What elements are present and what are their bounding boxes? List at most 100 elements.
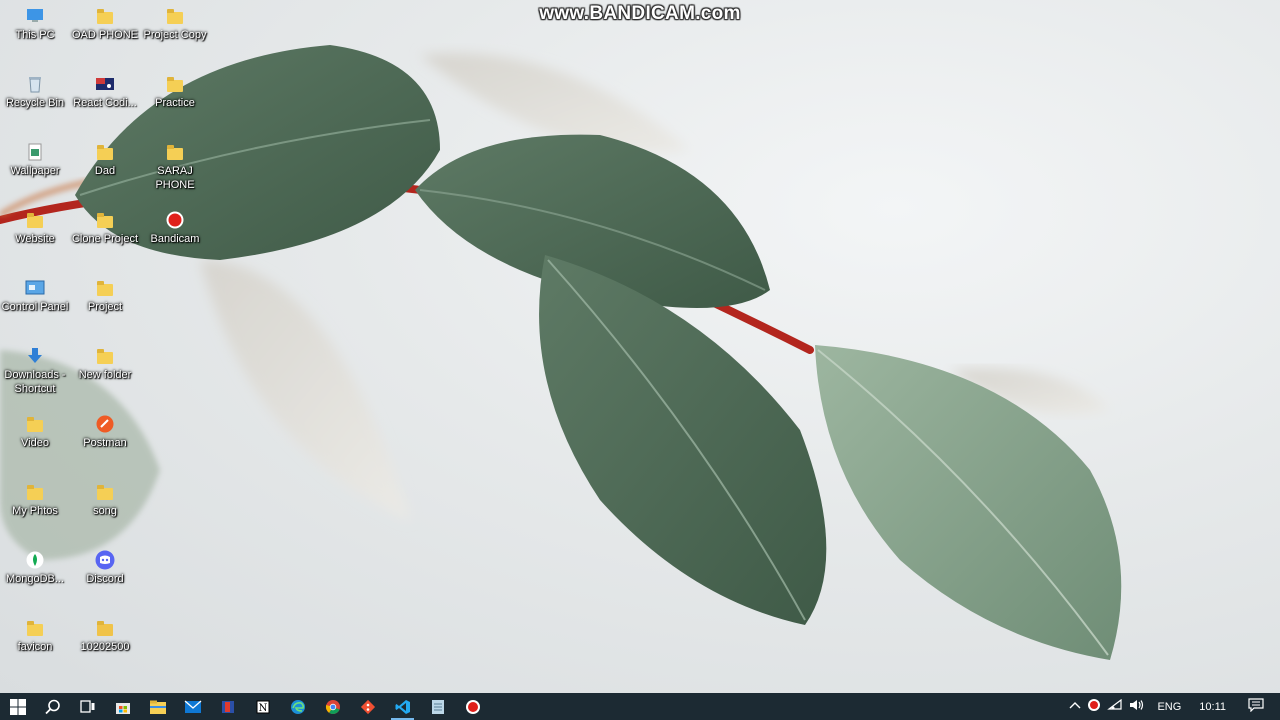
desktop-icon-project-copy[interactable]: Project Copy — [140, 6, 210, 42]
discord-icon — [95, 550, 115, 570]
mongodb-icon — [25, 550, 45, 570]
desktop-icon-song[interactable]: song — [70, 482, 140, 518]
folder-icon — [165, 142, 185, 162]
desktop-icon-label: Postman — [83, 437, 127, 449]
start-button[interactable] — [0, 693, 35, 720]
file-explorer-button[interactable] — [140, 693, 175, 720]
desktop-icon-recycle-bin[interactable]: Recycle Bin — [0, 74, 70, 110]
desktop-icon-label: Control Panel — [1, 301, 69, 313]
store-button[interactable] — [105, 693, 140, 720]
notepad-icon — [431, 699, 444, 714]
desktop-icon-label: OAD PHONE — [71, 29, 138, 41]
speaker-icon — [1130, 700, 1144, 710]
desktop-icon-video[interactable]: Video — [0, 414, 70, 450]
svg-text:N: N — [258, 703, 267, 714]
desktop-icon-favicon[interactable]: favicon — [0, 618, 70, 654]
notification-icon — [1248, 698, 1264, 713]
folder-icon — [165, 6, 185, 26]
download-shortcut-icon — [25, 346, 45, 366]
desktop-icon-label: Bandicam — [150, 233, 200, 245]
desktop-icon-label: Project — [87, 301, 123, 313]
red-app-button[interactable] — [210, 693, 245, 720]
desktop-icon-project[interactable]: Project — [70, 278, 140, 314]
desktop-icon-label: Downloads - Shortcut — [4, 369, 66, 395]
bandicam-icon — [165, 210, 185, 230]
desktop-icon-control-panel[interactable]: Control Panel — [0, 278, 70, 314]
vscode-button[interactable] — [385, 693, 420, 720]
desktop-icon-label: My Phtos — [12, 505, 58, 517]
git-icon — [360, 699, 375, 714]
notepad-button[interactable] — [420, 693, 455, 720]
desktop-icon-downloads-shortcut[interactable]: Downloads - Shortcut — [0, 346, 70, 396]
desktop-icon-bandicam[interactable]: Bandicam — [140, 210, 210, 246]
notion-icon: N — [256, 700, 269, 714]
edge-button[interactable] — [280, 693, 315, 720]
desktop-icon-10202500[interactable]: 10202500 — [70, 618, 140, 654]
volume-button[interactable] — [1129, 699, 1145, 714]
folder-icon — [95, 346, 115, 366]
desktop-icon-label: Video — [21, 437, 49, 449]
task-view-icon — [79, 699, 94, 713]
mail-icon — [184, 700, 201, 713]
desktop-icon-saraj-phone[interactable]: SARAJ PHONE — [140, 142, 210, 192]
folder-icon — [95, 210, 115, 230]
language-indicator[interactable]: ENG — [1157, 701, 1181, 713]
network-button[interactable] — [1107, 698, 1123, 714]
folder-icon — [95, 142, 115, 162]
desktop-icon-wallpaper[interactable]: Wallpaper — [0, 142, 70, 178]
notifications-button[interactable] — [1248, 698, 1264, 715]
desktop-icon-label: Recycle Bin — [5, 97, 65, 109]
system-tray: ENG 10:11 — [1063, 693, 1280, 720]
folder-icon — [95, 482, 115, 502]
folder-icon — [95, 278, 115, 298]
desktop-icon-my-phtos[interactable]: My Phtos — [0, 482, 70, 518]
desktop-icon-label: Dad — [94, 165, 116, 177]
bandicam-button[interactable] — [455, 693, 490, 720]
image-file-icon — [25, 142, 45, 162]
tray-bandicam-button[interactable] — [1087, 698, 1101, 715]
windows-start-icon — [9, 698, 26, 715]
desktop-icon-clone-project[interactable]: Clone Project — [70, 210, 140, 246]
desktop-icon-label: Clone Project — [71, 233, 139, 245]
folder-icon — [165, 74, 185, 94]
desktop-icon-new-folder[interactable]: New folder — [70, 346, 140, 382]
taskbar: N ENG 10:11 — [0, 693, 1280, 720]
desktop-icon-dad[interactable]: Dad — [70, 142, 140, 178]
desktop-icon-label: This PC — [15, 29, 55, 41]
task-view-button[interactable] — [70, 693, 105, 720]
bandicam-record-icon — [465, 699, 480, 714]
chrome-button[interactable] — [315, 693, 350, 720]
mail-button[interactable] — [175, 693, 210, 720]
desktop-icon-mongodb[interactable]: MongoDB... — [0, 550, 70, 586]
folder-icon — [95, 6, 115, 26]
search-icon — [44, 699, 60, 714]
folder-zip-icon — [95, 618, 115, 638]
app-red-icon — [221, 700, 234, 713]
control-panel-icon — [25, 278, 45, 298]
search-button[interactable] — [35, 693, 70, 720]
show-hidden-icons-button[interactable] — [1069, 700, 1081, 713]
record-icon — [1088, 699, 1101, 711]
desktop-icon-this-pc[interactable]: This PC — [0, 6, 70, 42]
postman-icon — [95, 414, 115, 434]
desktop-icon-label: favicon — [17, 641, 53, 653]
desktop-icon-discord[interactable]: Discord — [70, 550, 140, 586]
desktop[interactable]: www.BANDICAM.com This PC OAD PHONE Project… — [0, 0, 1280, 693]
chrome-icon — [325, 699, 340, 714]
desktop-icon-oad-phone[interactable]: OAD PHONE — [70, 6, 140, 42]
clock[interactable]: 10:11 — [1199, 701, 1226, 713]
chevron-up-icon — [1069, 702, 1081, 709]
desktop-icon-postman[interactable]: Postman — [70, 414, 140, 450]
desktop-icon-label: 10202500 — [80, 641, 130, 653]
git-button[interactable] — [350, 693, 385, 720]
recycle-bin-icon — [25, 74, 45, 94]
desktop-icon-website[interactable]: Website — [0, 210, 70, 246]
desktop-icon-label: song — [93, 505, 117, 517]
desktop-icon-label: Wallpaper — [10, 165, 60, 177]
desktop-icon-react-codi[interactable]: React Codi... — [70, 74, 140, 110]
desktop-icon-practice[interactable]: Practice — [140, 74, 210, 110]
store-icon — [115, 702, 130, 714]
vscode-icon — [395, 699, 410, 714]
notion-button[interactable]: N — [245, 693, 280, 720]
desktop-icon-label: Project Copy — [143, 29, 207, 41]
